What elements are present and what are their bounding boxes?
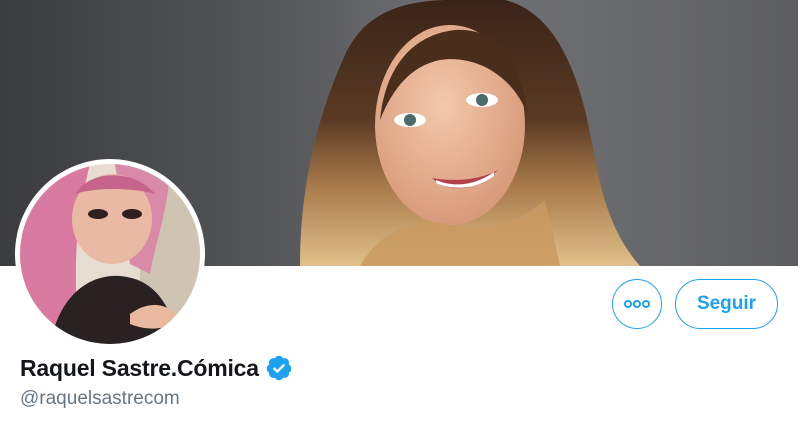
- avatar[interactable]: [20, 164, 200, 344]
- avatar-frame: [15, 159, 205, 349]
- profile-photo: [20, 164, 200, 344]
- verified-badge-icon: [266, 355, 292, 381]
- follow-button[interactable]: Seguir: [675, 279, 778, 329]
- profile-header: Seguir Raquel Sastre.Cómica @raquelsastr…: [0, 0, 798, 428]
- profile-name-row: Raquel Sastre.Cómica: [20, 354, 293, 382]
- profile-handle: @raquelsastrecom: [20, 388, 180, 409]
- display-name: Raquel Sastre.Cómica: [20, 354, 259, 381]
- more-options-button[interactable]: [612, 279, 662, 329]
- profile-actions: Seguir: [612, 279, 778, 329]
- more-horizontal-icon: [624, 300, 650, 308]
